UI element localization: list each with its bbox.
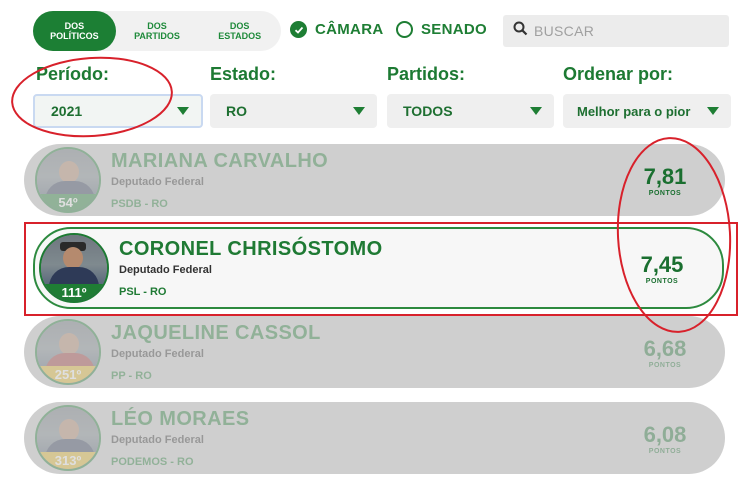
- ordenar-value: Melhor para o pior: [577, 103, 691, 119]
- check-icon: [290, 21, 307, 38]
- radio-senado[interactable]: SENADO: [396, 21, 487, 38]
- score-label: PONTOS: [648, 361, 682, 369]
- politician-card[interactable]: 313º LÉO MORAES Deputado Federal PODEMOS…: [24, 402, 725, 474]
- politician-role: Deputado Federal: [111, 434, 204, 446]
- politician-name[interactable]: MARIANA CARVALHO: [111, 150, 605, 173]
- chevron-down-icon: [707, 107, 719, 115]
- search-icon: [513, 21, 528, 41]
- radio-empty-icon: [396, 21, 413, 38]
- politician-name[interactable]: LÉO MORAES: [111, 408, 605, 431]
- chevron-down-icon: [177, 107, 189, 115]
- highlight-annotation-box: [24, 222, 738, 316]
- politician-role: Deputado Federal: [111, 176, 204, 188]
- search-input[interactable]: [534, 23, 714, 39]
- politician-role: Deputado Federal: [111, 348, 204, 360]
- estado-label: Estado:: [210, 64, 277, 84]
- tab-dos-partidos[interactable]: DOS PARTIDOS: [116, 11, 199, 51]
- avatar: 313º: [35, 405, 101, 471]
- partidos-value: TODOS: [403, 103, 453, 119]
- tab-dos-politicos[interactable]: DOS POLÍTICOS: [33, 11, 116, 51]
- politician-party: PODEMOS - RO: [111, 456, 194, 468]
- periodo-label: Período:: [36, 64, 110, 84]
- rank-badge: 54º: [37, 194, 99, 211]
- politician-card[interactable]: 251º JAQUELINE CASSOL Deputado Federal P…: [24, 316, 725, 388]
- politician-card[interactable]: 54º MARIANA CARVALHO Deputado Federal PS…: [24, 144, 725, 216]
- partidos-label: Partidos:: [387, 64, 466, 84]
- politician-party: PSDB - RO: [111, 198, 168, 210]
- periodo-select[interactable]: 2021: [33, 94, 203, 128]
- politician-party: PP - RO: [111, 370, 152, 382]
- avatar: 54º: [35, 147, 101, 213]
- estado-value: RO: [226, 103, 247, 119]
- search-box: [503, 15, 729, 47]
- chevron-down-icon: [530, 107, 542, 115]
- score-label: PONTOS: [648, 189, 682, 197]
- estado-select[interactable]: RO: [210, 94, 377, 128]
- periodo-value: 2021: [51, 103, 83, 119]
- radio-camara[interactable]: CÂMARA: [290, 21, 383, 38]
- chevron-down-icon: [353, 107, 365, 115]
- partidos-select[interactable]: TODOS: [387, 94, 554, 128]
- avatar: 251º: [35, 319, 101, 385]
- ordenar-label: Ordenar por:: [563, 64, 674, 84]
- tab-dos-estados[interactable]: DOS ESTADOS: [198, 11, 281, 51]
- ordenar-select[interactable]: Melhor para o pior: [563, 94, 731, 128]
- view-tabs: DOS POLÍTICOS DOS PARTIDOS DOS ESTADOS: [33, 11, 281, 51]
- politician-name[interactable]: JAQUELINE CASSOL: [111, 322, 605, 345]
- score-value: 6,08: [643, 421, 687, 447]
- score-value: 7,81: [643, 163, 687, 189]
- rank-badge: 251º: [37, 366, 99, 383]
- radio-senado-label: SENADO: [421, 21, 487, 38]
- rank-badge: 313º: [37, 452, 99, 469]
- score-value: 6,68: [643, 335, 687, 361]
- radio-camara-label: CÂMARA: [315, 21, 384, 38]
- score-label: PONTOS: [648, 447, 682, 455]
